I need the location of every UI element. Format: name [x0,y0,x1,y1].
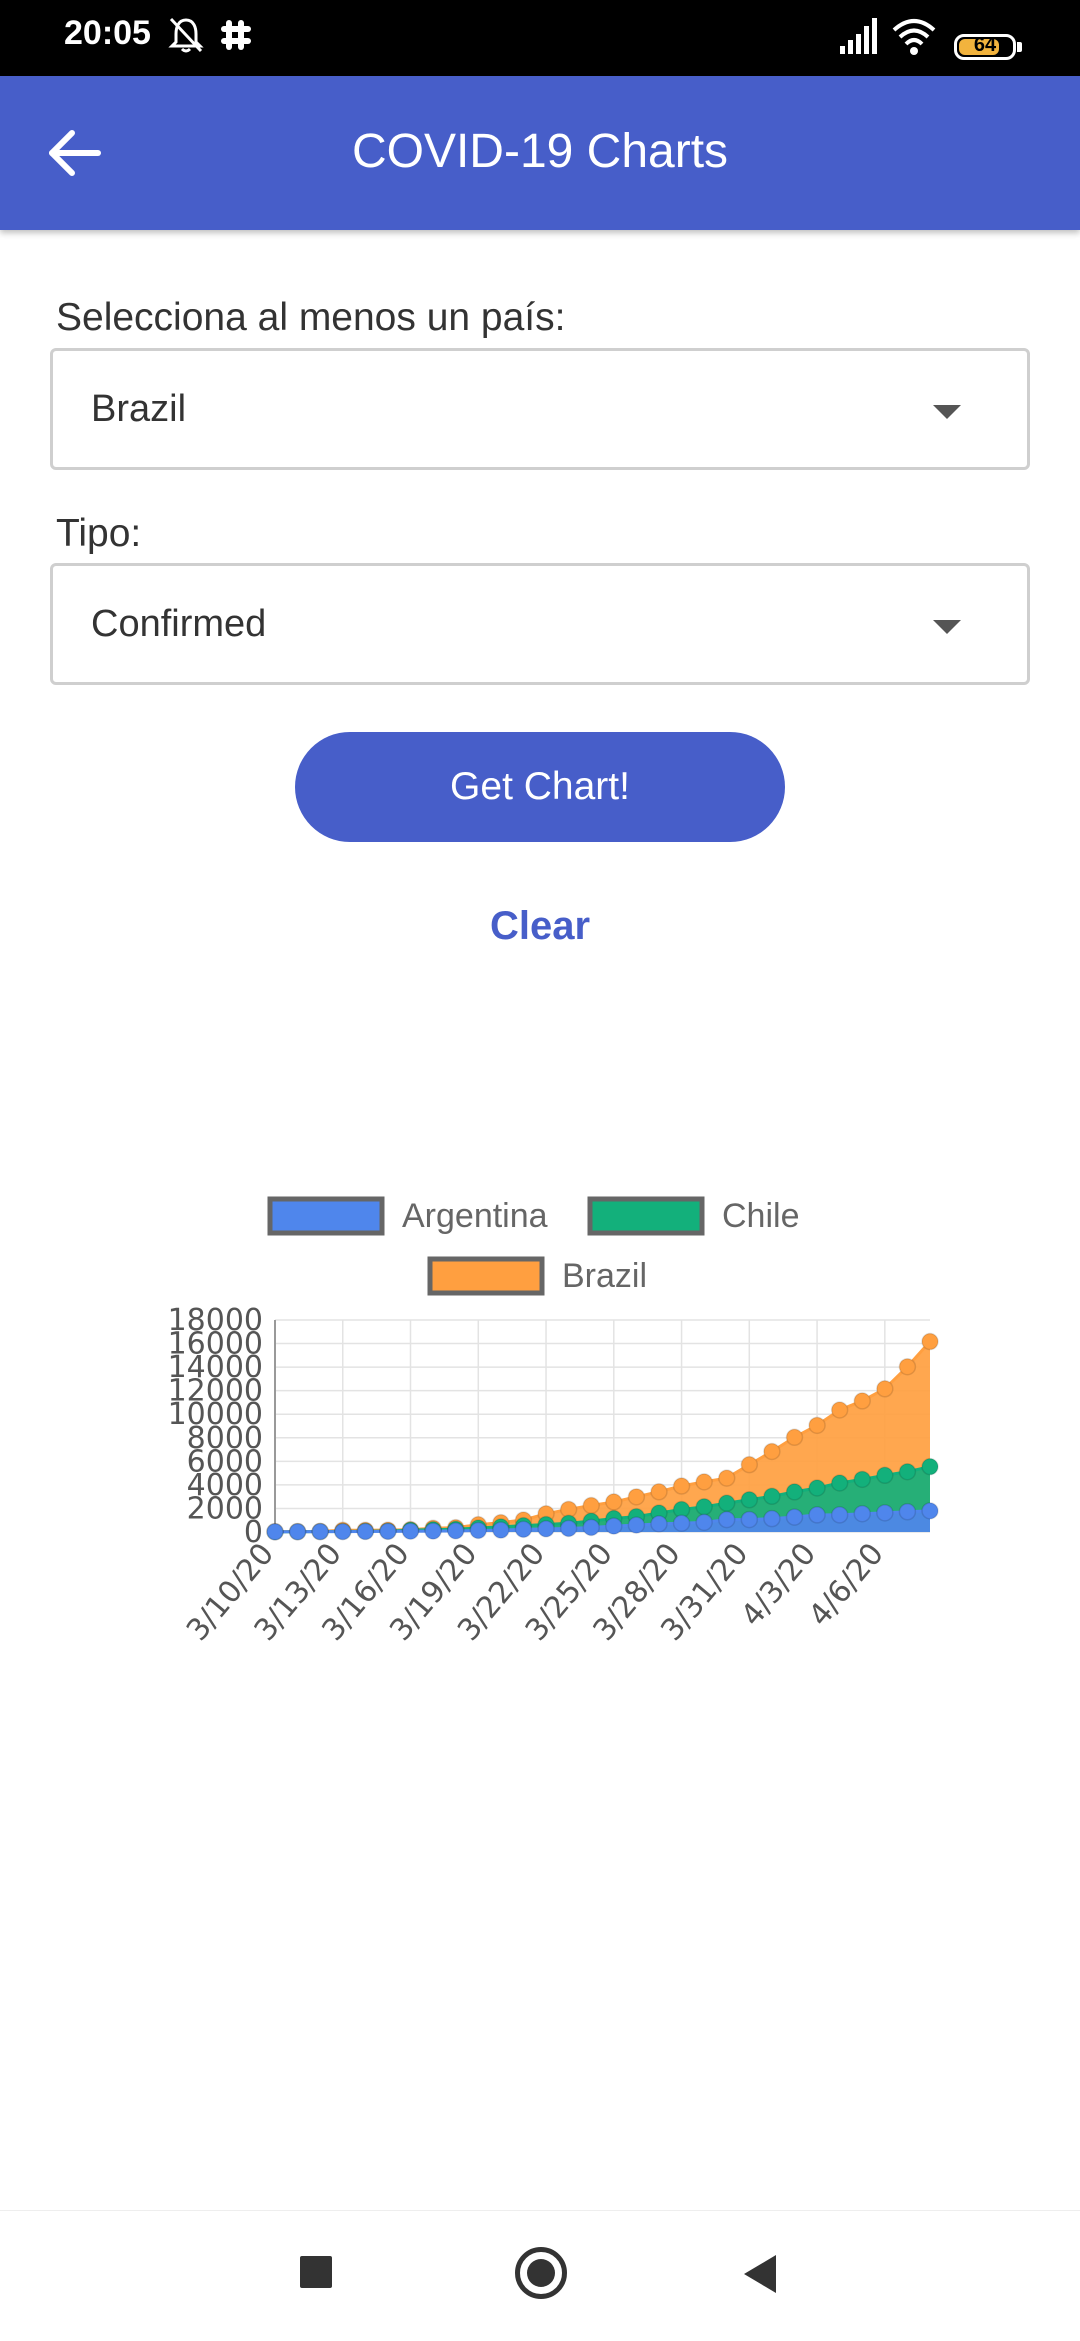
point-argentina [379,1522,397,1541]
point-argentina [605,1517,623,1535]
point-brazil [921,1332,939,1351]
point-argentina [446,1522,465,1540]
point-brazil [763,1442,781,1461]
x-tick-label: 4/3/20 [734,1537,823,1633]
point-argentina [898,1503,917,1521]
point-chile [785,1483,804,1501]
y-tick-label: 18000 [168,1303,263,1338]
point-argentina [672,1514,691,1532]
point-chile [717,1494,736,1512]
point-brazil [740,1455,759,1474]
point-brazil [830,1401,849,1419]
legend-swatch [587,1196,705,1236]
dropdown-caret-icon [933,405,961,419]
point-argentina [469,1521,488,1540]
x-tick-label: 4/6/20 [802,1537,891,1633]
point-argentina [921,1502,939,1520]
point-chile [830,1474,849,1492]
point-argentina [695,1513,713,1532]
point-argentina [740,1510,759,1529]
type-select[interactable]: Confirmed [50,563,1030,685]
battery-level: 64 [973,34,997,56]
point-brazil [627,1488,646,1506]
point-chile [853,1470,871,1489]
legend-swatch [267,1196,385,1236]
point-argentina [514,1520,533,1539]
point-chile [921,1457,939,1476]
point-argentina [717,1510,736,1529]
point-argentina [853,1504,871,1523]
point-argentina [288,1523,307,1541]
point-chile [876,1466,894,1485]
point-argentina [650,1515,668,1533]
wifi-icon [892,19,936,55]
point-chile [763,1487,781,1506]
app-bar: COVID-19 Charts [0,76,1080,230]
point-argentina [401,1522,420,1540]
status-time: 20:05 [64,14,151,52]
covid-area-chart: Argentina ChileBrazil02000400060008000100… [168,1196,939,1648]
point-argentina [492,1521,510,1539]
point-brazil [808,1416,826,1435]
point-brazil [876,1380,894,1398]
slack-icon [221,20,251,50]
point-argentina [582,1518,600,1537]
legend-label: Chile [722,1197,799,1235]
country-select[interactable]: Brazil [50,348,1030,470]
get-chart-button[interactable]: Get Chart! [295,732,785,842]
point-brazil [853,1392,871,1410]
point-chile [808,1479,826,1497]
point-argentina [424,1522,442,1540]
legend-swatch [427,1256,545,1296]
point-argentina [763,1509,781,1528]
point-argentina [876,1504,894,1522]
system-nav-bar [0,2210,1080,2341]
app-title: COVID-19 Charts [351,125,729,178]
type-label: Tipo: [56,512,142,555]
point-brazil [695,1473,713,1491]
clear-button[interactable]: Clear [0,904,1080,949]
legend-label: Brazil [562,1257,647,1295]
status-bar: 20:05 64 [0,0,1080,76]
back-triangle-icon[interactable] [744,2255,776,2293]
point-argentina [808,1506,826,1524]
point-argentina [830,1506,849,1524]
point-brazil [582,1496,600,1515]
point-argentina [627,1516,646,1534]
point-argentina [311,1522,329,1541]
country-label: Selecciona al menos un país: [56,296,566,339]
point-argentina [785,1508,804,1526]
battery-icon: 64 [954,34,1022,60]
dropdown-caret-icon [933,620,961,634]
point-brazil [605,1493,623,1511]
point-argentina [266,1523,284,1541]
point-chile [695,1498,713,1516]
country-selected-value: Brazil [91,388,187,430]
notifications-off-icon [168,17,204,53]
point-argentina [559,1519,578,1538]
home-circle-icon[interactable] [515,2247,567,2299]
point-argentina [356,1522,375,1541]
point-brazil [898,1357,917,1376]
point-brazil [717,1469,736,1487]
signal-icon [840,18,877,54]
legend-label: Argentina [402,1197,548,1235]
point-brazil [785,1428,804,1447]
point-chile [898,1462,917,1481]
recents-square-icon[interactable] [300,2256,332,2288]
point-argentina [334,1522,352,1541]
point-chile [740,1491,759,1509]
point-argentina [537,1520,555,1538]
point-brazil [672,1477,691,1495]
point-brazil [650,1483,668,1501]
type-selected-value: Confirmed [91,603,267,645]
